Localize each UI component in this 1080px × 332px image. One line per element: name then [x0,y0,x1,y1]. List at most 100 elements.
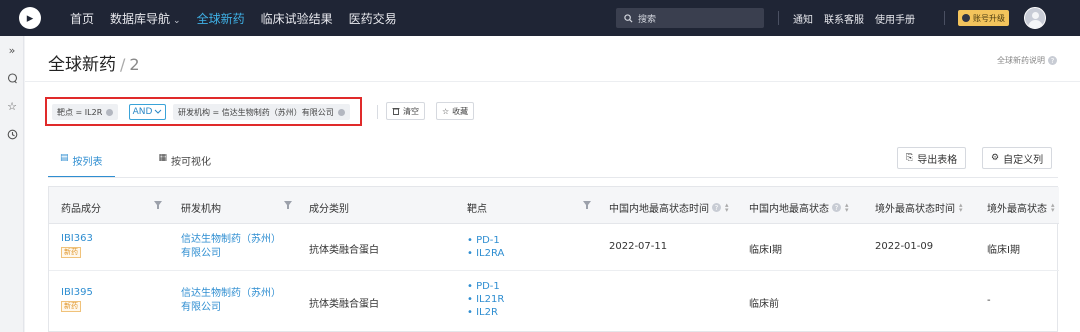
targets-cell: • PD-1 • IL2RA [467,234,504,260]
results-table: 药品成分 研发机构 成分类别 靶点 中国内地最高状态时间 ? ▴ ▾ 中国内地最高… [48,186,1059,332]
target-link[interactable]: • PD-1 [467,280,504,293]
star-icon: ☆ [442,106,450,116]
header-divider [25,81,1080,82]
col-drug[interactable]: 药品成分 [61,200,101,215]
target-label: PD-1 [476,235,500,246]
sort-icon[interactable]: ▴ ▾ [1051,201,1055,213]
sort-icon[interactable]: ▴ ▾ [845,201,849,213]
new-drug-badge: 新药 [61,247,81,258]
new-drug-badge: 新药 [61,301,81,312]
drug-cell: IBI363 新药 [61,233,93,258]
view-tabs: ▤ 按列表 ▦ 按可视化 [48,146,255,178]
col-header-label: 研发机构 [181,204,221,215]
category-cell: 抗体类融合蛋白 [309,245,379,256]
target-link[interactable]: • IL2RA [467,247,504,260]
operator-select[interactable]: AND [129,104,166,120]
chevron-down-icon: ⌄ [173,15,181,26]
col-cn-date[interactable]: 中国内地最高状态时间 ? ▴ ▾ [609,200,729,215]
chat-icon[interactable] [6,72,18,84]
sort-icon[interactable]: ▴ ▾ [959,201,963,213]
org-line: 有限公司 [181,248,221,259]
search-placeholder: 搜索 [638,14,657,25]
main-nav: 首页 数据库导航 ⌄ 全球新药 临床试验结果 医药交易 [70,10,413,27]
org-link[interactable]: 信达生物制药（苏州） 有限公司 [181,287,286,315]
drug-link[interactable]: IBI395 [61,287,93,298]
target-label: IL21R [476,294,505,305]
star-icon[interactable]: ☆ [6,100,18,113]
search-icon [624,13,633,23]
col-target[interactable]: 靶点 [467,200,487,215]
table-row[interactable]: IBI395 新药 信达生物制药（苏州） 有限公司 抗体类融合蛋白 • PD-1… [49,271,1059,332]
search-input[interactable]: 搜索 [616,8,764,28]
help-link[interactable]: 全球新药说明 ? [997,55,1057,66]
export-icon: ⎘ [906,153,914,163]
sort-icon[interactable]: ▴ ▾ [725,201,729,213]
export-table-button[interactable]: ⎘ 导出表格 [897,147,967,169]
ov-date-cell: - [987,295,991,306]
remove-filter-icon[interactable] [337,108,345,116]
result-count: 2 [129,55,140,74]
filter-icon[interactable] [154,201,162,209]
col-header-label: 靶点 [467,204,487,215]
title-separator: / [120,55,126,74]
tab-visualization-label: 按可视化 [171,157,212,168]
nav-database[interactable]: 数据库导航 ⌄ [110,10,181,27]
clock-icon[interactable] [6,128,18,140]
target-link[interactable]: • IL2R [467,306,504,319]
left-rail: » ☆ [0,36,24,332]
tab-list-label: 按列表 [72,157,103,168]
clear-filters-button[interactable]: 清空 [386,102,425,120]
nav-pharma-deals[interactable]: 医药交易 [349,10,397,27]
col-ov-status[interactable]: 境外最高状态 ▴ ▾ [987,200,1055,215]
nav-contact-support[interactable]: 联系客服 [824,11,864,26]
save-filter-button[interactable]: ☆ 收藏 [436,102,475,120]
upgrade-icon [962,14,970,22]
filter-chip-org[interactable]: 研发机构 = 信达生物制药（苏州）有限公司 [173,104,350,120]
filter-icon[interactable] [284,201,292,209]
save-filter-label: 收藏 [452,106,469,116]
org-line: 有限公司 [181,302,221,313]
logo-icon[interactable]: ▸ [19,7,41,29]
avatar[interactable] [1024,7,1046,29]
target-link[interactable]: • IL21R [467,293,504,306]
col-cn-status[interactable]: 中国内地最高状态 ? ▴ ▾ [749,200,849,215]
remove-filter-icon[interactable] [106,108,114,116]
avatar-head [1032,12,1039,19]
expand-icon[interactable]: » [6,44,18,57]
nav-global-new-drugs[interactable]: 全球新药 [197,10,245,27]
top-nav-bar: ▸ 首页 数据库导航 ⌄ 全球新药 临床试验结果 医药交易 搜索 通知 联系客服 … [0,0,1080,36]
question-icon: ? [832,203,841,212]
page-header: 全球新药 / 2 [48,50,140,75]
nav-notifications[interactable]: 通知 [793,11,813,26]
nav-user-manual[interactable]: 使用手册 [875,11,915,26]
tab-list[interactable]: ▤ 按列表 [48,146,115,178]
chevron-down-icon [155,109,162,114]
ov-date-cell: 2022-01-09 [875,241,934,252]
trash-icon [392,108,400,115]
col-org[interactable]: 研发机构 [181,200,221,215]
customize-columns-button[interactable]: ⚙ 自定义列 [982,147,1053,169]
tab-visualization[interactable]: ▦ 按可视化 [147,146,224,178]
customize-label: 自定义列 [1003,154,1044,166]
cn-status-cell: 临床I期 [749,245,782,256]
col-category[interactable]: 成分类别 [309,200,349,215]
col-ov-date[interactable]: 境外最高状态时间 ▴ ▾ [875,200,963,215]
filter-bar: 靶点 = IL2R AND 研发机构 = 信达生物制药（苏州）有限公司 [45,97,362,126]
ov-status-cell: 临床I期 [987,245,1020,256]
nav-home[interactable]: 首页 [70,10,94,27]
target-link[interactable]: • PD-1 [467,234,504,247]
table-header: 药品成分 研发机构 成分类别 靶点 中国内地最高状态时间 ? ▴ ▾ 中国内地最高… [49,187,1059,224]
filter-chip-target[interactable]: 靶点 = IL2R [52,104,119,120]
org-link[interactable]: 信达生物制药（苏州） 有限公司 [181,233,286,261]
drug-link[interactable]: IBI363 [61,233,93,244]
category-cell: 抗体类融合蛋白 [309,299,379,310]
upgrade-button[interactable]: 账号升级 [958,10,1009,26]
table-row[interactable]: IBI363 新药 信达生物制药（苏州） 有限公司 抗体类融合蛋白 • PD-1… [49,224,1059,271]
org-line: 信达生物制药（苏州） [181,288,281,299]
targets-cell: • PD-1 • IL21R • IL2R [467,280,504,319]
filter-icon[interactable] [583,201,591,209]
page-title: 全球新药 [48,55,116,75]
nav-clinical-results[interactable]: 临床试验结果 [261,10,333,27]
col-header-label: 成分类别 [309,204,349,215]
question-icon: ? [712,203,721,212]
